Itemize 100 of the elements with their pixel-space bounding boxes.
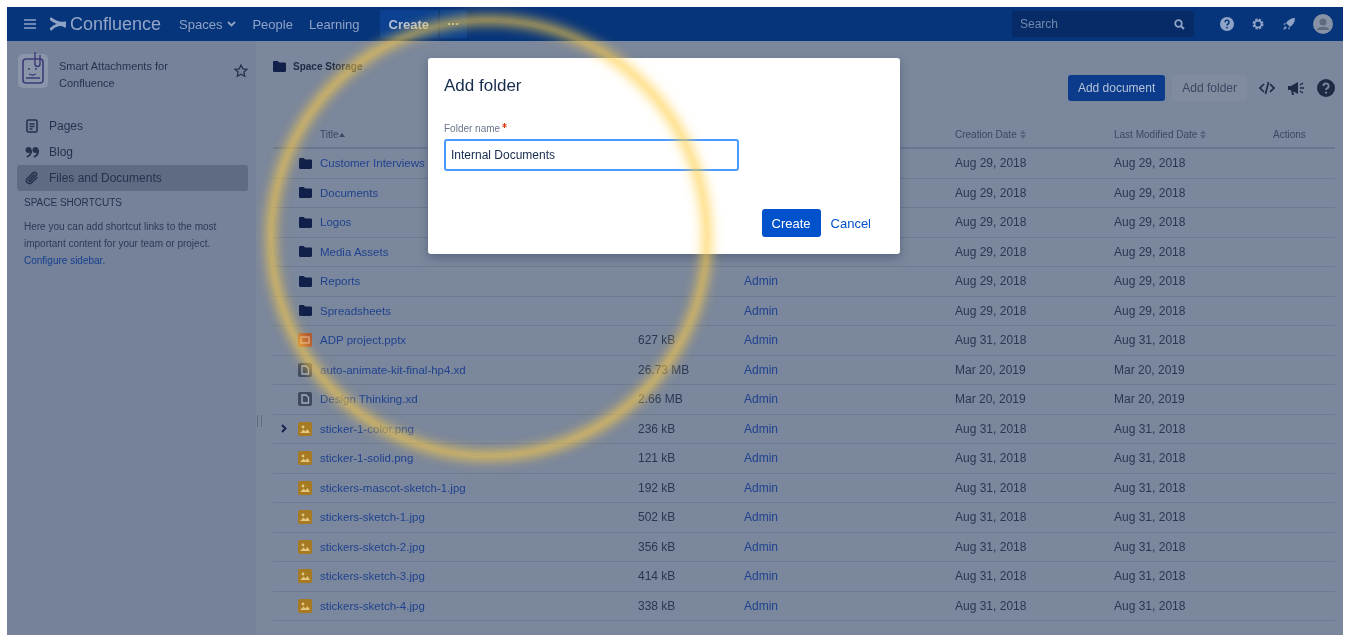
file-size: 414 kB — [638, 569, 676, 584]
document-file-icon — [298, 362, 312, 377]
modified-date: Aug 31, 2018 — [1114, 451, 1186, 466]
folder-name-field[interactable]: Internal Documents — [444, 139, 739, 171]
column-header[interactable]: Last Modified Date — [1114, 128, 1198, 140]
column-header[interactable]: Title — [320, 128, 339, 140]
more-button[interactable]: ··· — [440, 10, 467, 38]
star-icon[interactable] — [234, 64, 248, 78]
cancel-button[interactable]: Cancel — [826, 215, 875, 231]
creator-link[interactable]: Admin — [744, 598, 778, 613]
file-size: 121 kB — [638, 451, 676, 466]
creator-link[interactable]: Admin — [744, 362, 778, 377]
nav-menu-item[interactable]: Learning — [300, 16, 368, 32]
column-header[interactable]: Creation Date — [955, 128, 1017, 140]
file-size: 627 kB — [638, 333, 676, 348]
file-link[interactable]: auto-animate-kit-final-hp4.xd — [320, 363, 466, 376]
help-icon[interactable] — [1220, 17, 1234, 31]
code-icon[interactable] — [1259, 81, 1275, 95]
chevron-right-icon[interactable] — [281, 424, 287, 434]
image-file-icon — [298, 539, 312, 554]
creator-link[interactable]: Admin — [744, 333, 778, 348]
image-file-icon — [298, 451, 312, 466]
menu-icon[interactable] — [24, 19, 36, 29]
file-link[interactable]: stickers-sketch-2.jpg — [320, 540, 425, 553]
create-button[interactable]: Create — [379, 10, 438, 38]
file-link[interactable]: Logos — [320, 216, 352, 229]
image-file-icon — [298, 480, 312, 495]
creation-date: Aug 31, 2018 — [955, 569, 1027, 584]
creation-date: Aug 31, 2018 — [955, 451, 1027, 466]
presentation-file-icon — [298, 333, 312, 348]
file-link[interactable]: sticker-1-solid.png — [320, 452, 414, 465]
modified-date: Aug 31, 2018 — [1114, 421, 1186, 436]
breadcrumb-link[interactable]: Space Storage — [293, 61, 363, 72]
file-link[interactable]: ADP project.pptx — [320, 334, 407, 347]
file-link[interactable]: Customer Interviews — [320, 157, 425, 170]
create-button[interactable]: Create — [761, 209, 821, 237]
add-folder-button[interactable]: Add folder — [1172, 75, 1247, 101]
file-size: 502 kB — [638, 510, 676, 525]
settings-icon[interactable] — [1251, 17, 1265, 31]
modified-date: Aug 31, 2018 — [1114, 569, 1186, 584]
file-link[interactable]: sticker-1-color.png — [320, 422, 414, 435]
creation-date: Aug 31, 2018 — [955, 539, 1027, 554]
image-file-icon — [298, 510, 312, 525]
creation-date: Aug 29, 2018 — [955, 185, 1027, 200]
modified-date: Aug 29, 2018 — [1114, 156, 1186, 171]
folder-icon — [298, 246, 312, 258]
nav-menu-item[interactable]: People — [244, 16, 301, 32]
product-name: Confluence — [70, 13, 162, 35]
creation-date: Aug 31, 2018 — [955, 510, 1027, 525]
file-link[interactable]: stickers-sketch-1.jpg — [320, 511, 425, 524]
file-link[interactable]: Spreadsheets — [320, 304, 391, 317]
chevron-down-icon — [227, 21, 237, 27]
modified-date: Mar 20, 2019 — [1114, 392, 1185, 407]
help-icon[interactable] — [1317, 79, 1335, 97]
modified-date: Aug 29, 2018 — [1114, 274, 1186, 289]
file-link[interactable]: stickers-sketch-4.jpg — [320, 599, 425, 612]
file-size: 356 kB — [638, 539, 676, 554]
folder-icon — [298, 275, 312, 287]
file-link[interactable]: Design Thinking.xd — [320, 393, 418, 406]
creation-date: Aug 29, 2018 — [955, 156, 1027, 171]
creator-link[interactable]: Admin — [744, 569, 778, 584]
field-label: Folder name — [444, 123, 501, 134]
sidebar-item[interactable]: Pages — [17, 113, 248, 139]
folder-icon — [298, 216, 312, 228]
creator-link[interactable]: Admin — [744, 421, 778, 436]
search-field[interactable]: Search — [1012, 11, 1194, 37]
creator-link[interactable]: Admin — [744, 451, 778, 466]
folder-icon — [273, 61, 286, 72]
folder-icon — [298, 187, 312, 199]
configure-sidebar-link[interactable]: Configure sidebar. — [24, 252, 248, 269]
logo-icon — [50, 17, 66, 31]
modified-date: Aug 31, 2018 — [1114, 480, 1186, 495]
file-link[interactable]: stickers-sketch-3.jpg — [320, 570, 425, 583]
modified-date: Aug 29, 2018 — [1114, 215, 1186, 230]
page-icon — [26, 119, 38, 133]
megaphone-icon[interactable] — [1287, 80, 1305, 96]
sidebar-item[interactable]: Blog — [17, 139, 248, 165]
resize-handle[interactable] — [257, 415, 262, 427]
creator-link[interactable]: Admin — [744, 510, 778, 525]
creator-link[interactable]: Admin — [744, 392, 778, 407]
file-size: 236 kB — [638, 421, 676, 436]
creation-date: Aug 31, 2018 — [955, 421, 1027, 436]
file-link[interactable]: Media Assets — [320, 245, 389, 258]
add-document-button[interactable]: Add document — [1067, 75, 1166, 101]
creator-link[interactable]: Admin — [744, 274, 778, 289]
file-link[interactable]: Documents — [320, 186, 379, 199]
creator-link[interactable]: Admin — [744, 303, 778, 318]
file-size: 192 kB — [638, 480, 676, 495]
creator-link[interactable]: Admin — [744, 539, 778, 554]
file-link[interactable]: stickers-mascot-sketch-1.jpg — [320, 481, 466, 494]
creator-link[interactable]: Admin — [744, 480, 778, 495]
file-size: 2.66 MB — [638, 392, 683, 407]
creation-date: Aug 31, 2018 — [955, 333, 1027, 348]
sidebar-item[interactable]: Files and Documents — [17, 165, 248, 191]
rocket-icon[interactable] — [1282, 17, 1296, 31]
avatar-icon[interactable] — [1313, 14, 1333, 34]
nav-menu-item[interactable]: Spaces — [171, 16, 245, 32]
modified-date: Aug 31, 2018 — [1114, 510, 1186, 525]
file-link[interactable]: Reports — [320, 275, 361, 288]
creation-date: Aug 31, 2018 — [955, 480, 1027, 495]
